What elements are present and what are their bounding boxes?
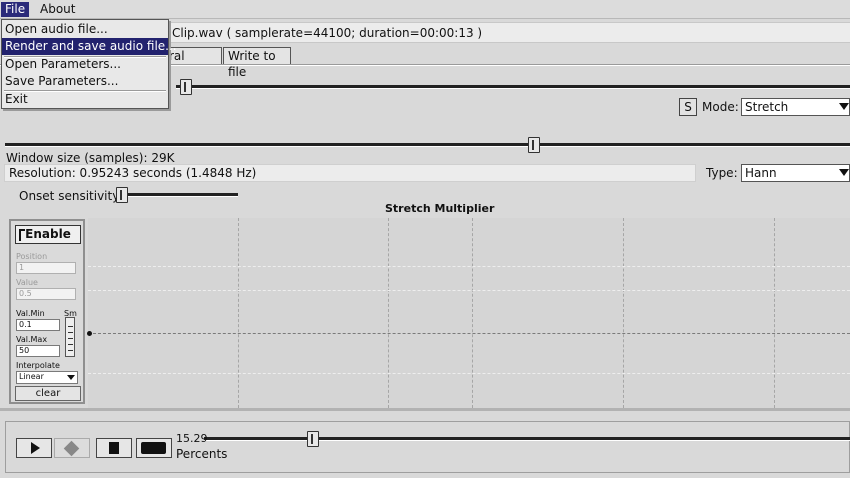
window-size-slider-track[interactable]: [5, 143, 850, 147]
tab-write-to-file[interactable]: Write to file: [223, 47, 291, 79]
grid-line: [623, 218, 624, 408]
stop-icon: [109, 442, 119, 454]
percent-value: 15.29: [176, 432, 208, 445]
type-label: Type:: [706, 166, 738, 180]
graph-control-point[interactable]: [87, 331, 92, 336]
grid-line: [88, 373, 850, 374]
onset-slider-handle[interactable]: [116, 187, 128, 203]
interpolate-label: Interpolate: [16, 361, 60, 370]
top-slider-handle[interactable]: [180, 79, 192, 95]
value-label: Value: [16, 278, 38, 287]
interpolate-select[interactable]: Linear: [16, 371, 78, 384]
menu-item-save-parameters[interactable]: Save Parameters...: [2, 73, 168, 90]
play-button[interactable]: [16, 438, 52, 458]
grid-line: [88, 290, 850, 291]
interpolate-select-value: Linear: [19, 372, 44, 381]
position-slider-handle[interactable]: [307, 431, 319, 447]
menu-item-open-audio[interactable]: Open audio file...: [2, 21, 168, 38]
valmax-label: Val.Max: [16, 335, 48, 344]
chevron-down-icon: [839, 103, 849, 110]
chevron-down-icon: [839, 169, 849, 176]
grid-line: [472, 218, 473, 408]
slider-tick: [68, 332, 73, 333]
type-select-value: Hann: [745, 166, 777, 180]
mode-select[interactable]: Stretch: [741, 98, 850, 116]
mode-label: Mode:: [702, 100, 739, 114]
position-slider-track[interactable]: [204, 437, 850, 441]
menu-item-render-save[interactable]: Render and save audio file...: [2, 38, 177, 55]
mode-select-value: Stretch: [745, 100, 789, 114]
file-info-text: Clip.wav ( samplerate=44100; duration=00…: [172, 26, 483, 40]
play-icon: [31, 442, 40, 454]
valmin-field[interactable]: 0.1: [16, 319, 60, 331]
graph-baseline: [88, 333, 850, 334]
resolution-text: Resolution: 0.95243 seconds (1.4848 Hz): [9, 166, 257, 180]
enable-checkbox[interactable]: Enable: [15, 225, 81, 244]
type-select[interactable]: Hann: [741, 164, 850, 182]
menu-file[interactable]: File: [1, 2, 30, 17]
window-size-slider-handle[interactable]: [528, 137, 540, 153]
percent-label: Percents: [176, 447, 228, 461]
graph-control-panel: Enable Position 1 Value 0.5 Val.Min 0.1 …: [9, 219, 85, 404]
resolution-bar: Resolution: 0.95243 seconds (1.4848 Hz): [4, 164, 696, 182]
slider-tick: [68, 344, 73, 345]
smooth-slider[interactable]: [65, 317, 75, 357]
top-slider-track[interactable]: [176, 85, 850, 89]
freeze-button[interactable]: [54, 438, 90, 458]
slider-tick: [68, 338, 73, 339]
window-size-label: Window size (samples): 29K: [6, 151, 175, 165]
clear-button[interactable]: clear: [15, 386, 81, 401]
value-field[interactable]: 0.5: [16, 288, 76, 300]
onset-sensitivity-label: Onset sensitivity:: [19, 189, 123, 203]
transport-bar: [5, 421, 850, 473]
menu-item-exit[interactable]: Exit: [2, 91, 168, 108]
render-button[interactable]: [136, 438, 172, 458]
freeze-icon: [63, 440, 80, 457]
onset-slider-track[interactable]: [116, 193, 238, 197]
file-menu-dropdown: Open audio file... Render and save audio…: [1, 19, 177, 109]
render-icon: [141, 442, 166, 454]
menu-bar: File About: [0, 0, 850, 19]
grid-line: [388, 218, 389, 408]
grid-line: [88, 266, 850, 267]
stop-button[interactable]: [96, 438, 132, 458]
position-field[interactable]: 1: [16, 262, 76, 274]
checkbox-icon: [19, 229, 25, 241]
enable-label: Enable: [25, 227, 71, 241]
position-label: Position: [16, 252, 48, 261]
valmin-label: Val.Min: [16, 309, 45, 318]
slider-tick: [68, 350, 73, 351]
slider-tick: [68, 326, 73, 327]
s-button[interactable]: S: [679, 98, 697, 116]
graph-title: Stretch Multiplier: [385, 202, 495, 215]
file-info-bar: Clip.wav ( samplerate=44100; duration=00…: [168, 22, 850, 43]
menu-item-open-parameters[interactable]: Open Parameters...: [2, 56, 168, 73]
grid-line: [238, 218, 239, 408]
grid-line: [774, 218, 775, 408]
menu-about[interactable]: About: [36, 2, 79, 17]
graph-bottom-border: [0, 408, 850, 411]
stretch-multiplier-graph[interactable]: [87, 218, 850, 408]
valmax-field[interactable]: 50: [16, 345, 60, 357]
chevron-down-icon: [67, 375, 75, 380]
